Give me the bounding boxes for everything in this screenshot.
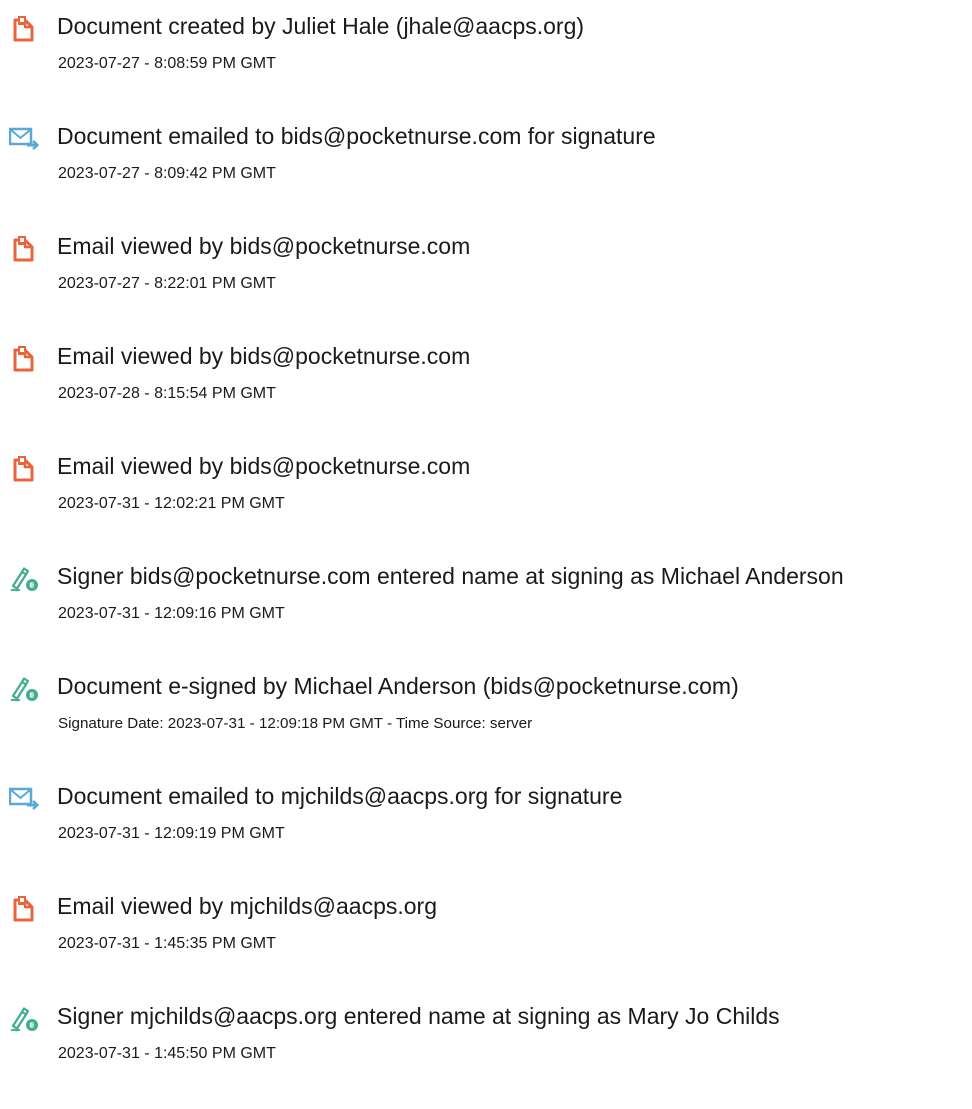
- event-title: Signer mjchilds@aacps.org entered name a…: [57, 1003, 780, 1029]
- audit-event: Signer mjchilds@aacps.org entered name a…: [0, 990, 972, 1080]
- event-title: Email viewed by mjchilds@aacps.org: [57, 893, 437, 919]
- email-sent-icon: [9, 124, 39, 154]
- event-time: 2023-07-27 - 8:08:59 PM GMT: [58, 55, 276, 72]
- event-title: Signer bids@pocketnurse.com entered name…: [57, 563, 844, 589]
- esign-icon: [9, 674, 39, 704]
- event-time: 2023-07-31 - 12:09:16 PM GMT: [58, 605, 285, 622]
- event-time: 2023-07-31 - 1:45:35 PM GMT: [58, 935, 276, 952]
- audit-event: Document e-signed by Michael Anderson (b…: [0, 660, 972, 750]
- audit-event: Email viewed by bids@pocketnurse.com 202…: [0, 220, 972, 310]
- audit-event: Email viewed by bids@pocketnurse.com 202…: [0, 440, 972, 530]
- event-time: 2023-07-31 - 12:02:21 PM GMT: [58, 495, 285, 512]
- document-icon: [9, 234, 39, 264]
- event-time: 2023-07-27 - 8:22:01 PM GMT: [58, 275, 276, 292]
- event-title: Email viewed by bids@pocketnurse.com: [57, 233, 471, 259]
- audit-event: Document emailed to bids@pocketnurse.com…: [0, 110, 972, 200]
- document-icon: [9, 14, 39, 44]
- event-title: Document emailed to mjchilds@aacps.org f…: [57, 783, 623, 809]
- event-title: Document created by Juliet Hale (jhale@a…: [57, 13, 585, 39]
- audit-event: Document emailed to mjchilds@aacps.org f…: [0, 770, 972, 860]
- event-title: Email viewed by bids@pocketnurse.com: [57, 453, 471, 479]
- event-title: Document e-signed by Michael Anderson (b…: [57, 673, 739, 699]
- document-icon: [9, 894, 39, 924]
- signature-date: Signature Date: 2023-07-31 - 12:09:18 PM…: [58, 715, 533, 732]
- esign-icon: [9, 564, 39, 594]
- document-icon: [9, 344, 39, 374]
- esign-icon: [9, 1004, 39, 1034]
- event-time: 2023-07-31 - 1:45:50 PM GMT: [58, 1045, 276, 1062]
- event-time: 2023-07-31 - 12:09:19 PM GMT: [58, 825, 285, 842]
- email-sent-icon: [9, 784, 39, 814]
- audit-event: Document created by Juliet Hale (jhale@a…: [0, 0, 972, 90]
- event-time: 2023-07-27 - 8:09:42 PM GMT: [58, 165, 276, 182]
- event-title: Email viewed by bids@pocketnurse.com: [57, 343, 471, 369]
- audit-event: Signer bids@pocketnurse.com entered name…: [0, 550, 972, 640]
- audit-event: Email viewed by bids@pocketnurse.com 202…: [0, 330, 972, 420]
- event-time: 2023-07-28 - 8:15:54 PM GMT: [58, 385, 276, 402]
- audit-event: Email viewed by mjchilds@aacps.org 2023-…: [0, 880, 972, 970]
- document-icon: [9, 454, 39, 484]
- event-title: Document emailed to bids@pocketnurse.com…: [57, 123, 656, 149]
